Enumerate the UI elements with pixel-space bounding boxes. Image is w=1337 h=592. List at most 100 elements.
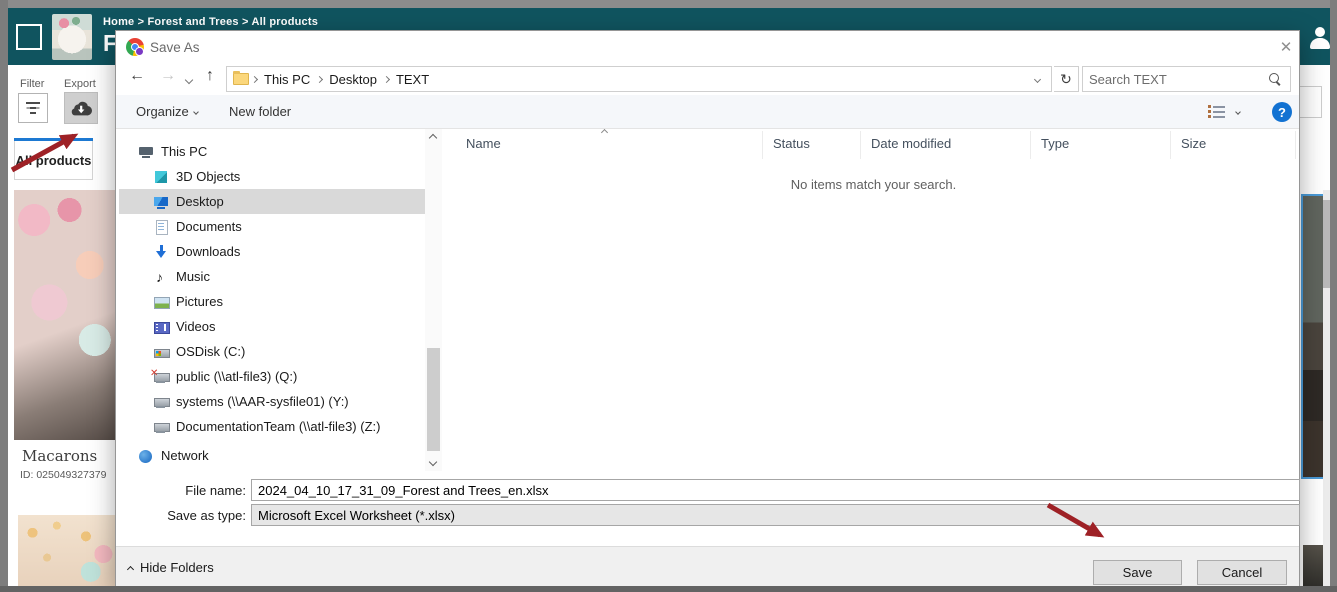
tree-item[interactable]: 3D Objects (119, 164, 425, 189)
search-box[interactable] (1082, 66, 1291, 92)
help-icon[interactable]: ? (1272, 102, 1292, 122)
window-border-bottom (0, 586, 1337, 592)
file-list-header: NameStatusDate modifiedTypeSize (446, 131, 1296, 159)
address-dropdown-icon[interactable] (1034, 76, 1041, 83)
view-mode-dropdown-icon[interactable] (1235, 109, 1241, 115)
filter-button[interactable] (18, 93, 48, 123)
tree-item-label: Network (161, 448, 209, 463)
product-name: Macarons (22, 447, 115, 465)
tree-item-label: Desktop (176, 194, 224, 209)
cake-thumbnail-image (52, 14, 92, 60)
tree-item-label: DocumentationTeam (\\atl-file3) (Z:) (176, 419, 380, 434)
save-type-label: Save as type: (120, 508, 246, 523)
cancel-button[interactable]: Cancel (1197, 560, 1287, 585)
download-icon (153, 244, 170, 260)
save-button[interactable]: Save (1093, 560, 1182, 585)
new-folder-button[interactable]: New folder (229, 104, 291, 119)
command-bar: Organize New folder ? (116, 95, 1299, 129)
tree-item[interactable]: Pictures (119, 289, 425, 314)
export-label: Export (64, 78, 96, 90)
tree-item[interactable]: Desktop (119, 189, 425, 214)
pictures-icon (153, 294, 170, 310)
tree-item[interactable]: DocumentationTeam (\\atl-file3) (Z:) (119, 414, 425, 439)
window-border-left (0, 0, 8, 592)
breadcrumb-this-pc[interactable]: This PC (264, 72, 310, 87)
address-row: ← → ↑ This PC Desktop TEXT ↻ (116, 64, 1299, 94)
cube-icon (153, 169, 170, 185)
netdrive-x-icon: ✕ (153, 369, 170, 385)
scroll-down-icon[interactable] (429, 458, 437, 466)
music-icon (153, 269, 170, 285)
tree-item-label: 3D Objects (176, 169, 240, 184)
tree-item-label: Downloads (176, 244, 240, 259)
tree-scrollbar[interactable] (425, 129, 442, 471)
product-id: ID: 025049327379 (20, 469, 115, 481)
folder-icon (233, 73, 249, 85)
column-header-name[interactable]: Name (446, 131, 763, 159)
hide-folders-button[interactable]: Hide Folders (128, 560, 214, 575)
column-header-date-modified[interactable]: Date modified (861, 131, 1031, 159)
scroll-up-icon[interactable] (429, 134, 437, 142)
background-scrollbar[interactable] (1323, 190, 1330, 586)
organize-menu[interactable]: Organize (136, 104, 198, 119)
tab-all-products[interactable]: All products (14, 141, 93, 180)
product-image-macarons[interactable] (14, 190, 115, 440)
app-logo-icon[interactable] (16, 24, 42, 50)
tree-item-label: Videos (176, 319, 216, 334)
back-button[interactable]: ← (129, 67, 145, 85)
view-mode-icon[interactable] (1208, 105, 1226, 119)
dialog-title: Save As (150, 40, 200, 55)
tree-item[interactable]: systems (\\AAR-sysfile01) (Y:) (119, 389, 425, 414)
breadcrumb[interactable]: Home > Forest and Trees > All products (103, 16, 318, 28)
tree-item-label: systems (\\AAR-sysfile01) (Y:) (176, 394, 349, 409)
pc-icon (138, 144, 155, 160)
export-button[interactable] (64, 92, 98, 124)
background-scrollbar-thumb[interactable] (1323, 200, 1330, 288)
chrome-icon (126, 38, 144, 56)
up-button[interactable]: ↑ (206, 67, 214, 85)
tree-item-label: public (\\atl-file3) (Q:) (176, 369, 297, 384)
window-border-top (0, 0, 1337, 8)
tree-item[interactable]: Documents (119, 214, 425, 239)
empty-message: No items match your search. (446, 177, 1301, 192)
column-header-size[interactable]: Size (1171, 131, 1296, 159)
folder-tree: This PC 3D Objects Desktop Documents Dow… (119, 139, 425, 473)
document-icon (153, 219, 170, 235)
disk-icon (153, 344, 170, 360)
filter-label: Filter (20, 78, 44, 90)
tree-item[interactable]: This PC (119, 139, 425, 164)
product-card[interactable]: Macarons ID: 025049327379 (14, 440, 115, 498)
tree-scrollbar-thumb[interactable] (427, 348, 440, 451)
breadcrumb-text[interactable]: TEXT (396, 72, 429, 87)
tree-item[interactable]: Network (119, 443, 425, 468)
product-image-second[interactable] (18, 515, 115, 586)
tree-item[interactable]: Videos (119, 314, 425, 339)
tree-item-label: Music (176, 269, 210, 284)
dialog-titlebar[interactable]: Save As ✕ (116, 31, 1299, 63)
chevron-up-icon (127, 565, 134, 572)
window-border-right (1330, 0, 1337, 592)
column-header-status[interactable]: Status (763, 131, 861, 159)
column-header-type[interactable]: Type (1031, 131, 1171, 159)
history-dropdown-icon[interactable] (185, 76, 193, 84)
tree-item-label: Documents (176, 219, 242, 234)
tree-item[interactable]: ✕ public (\\atl-file3) (Q:) (119, 364, 425, 389)
save-type-select[interactable]: Microsoft Excel Worksheet (*.xlsx) (251, 504, 1300, 526)
refresh-button[interactable]: ↻ (1054, 66, 1079, 92)
videos-icon (153, 319, 170, 335)
search-icon (1269, 73, 1282, 86)
close-icon[interactable]: ✕ (1272, 36, 1300, 58)
tree-item[interactable]: OSDisk (C:) (119, 339, 425, 364)
search-input[interactable] (1089, 68, 1259, 90)
tree-item[interactable]: Music (119, 264, 425, 289)
address-bar[interactable]: This PC Desktop TEXT (226, 66, 1052, 92)
tree-item[interactable]: Downloads (119, 239, 425, 264)
breadcrumb-desktop[interactable]: Desktop (329, 72, 377, 87)
network-icon (138, 448, 155, 464)
desktop-icon (153, 194, 170, 210)
file-name-input[interactable] (251, 479, 1300, 501)
screen: { "app": { "breadcrumb": "Home > Forest … (0, 0, 1337, 592)
forward-button[interactable]: → (160, 67, 176, 85)
save-as-dialog: Save As ✕ ← → ↑ This PC Desktop TEXT ↻ O… (115, 30, 1300, 587)
tree-item-label: This PC (161, 144, 207, 159)
